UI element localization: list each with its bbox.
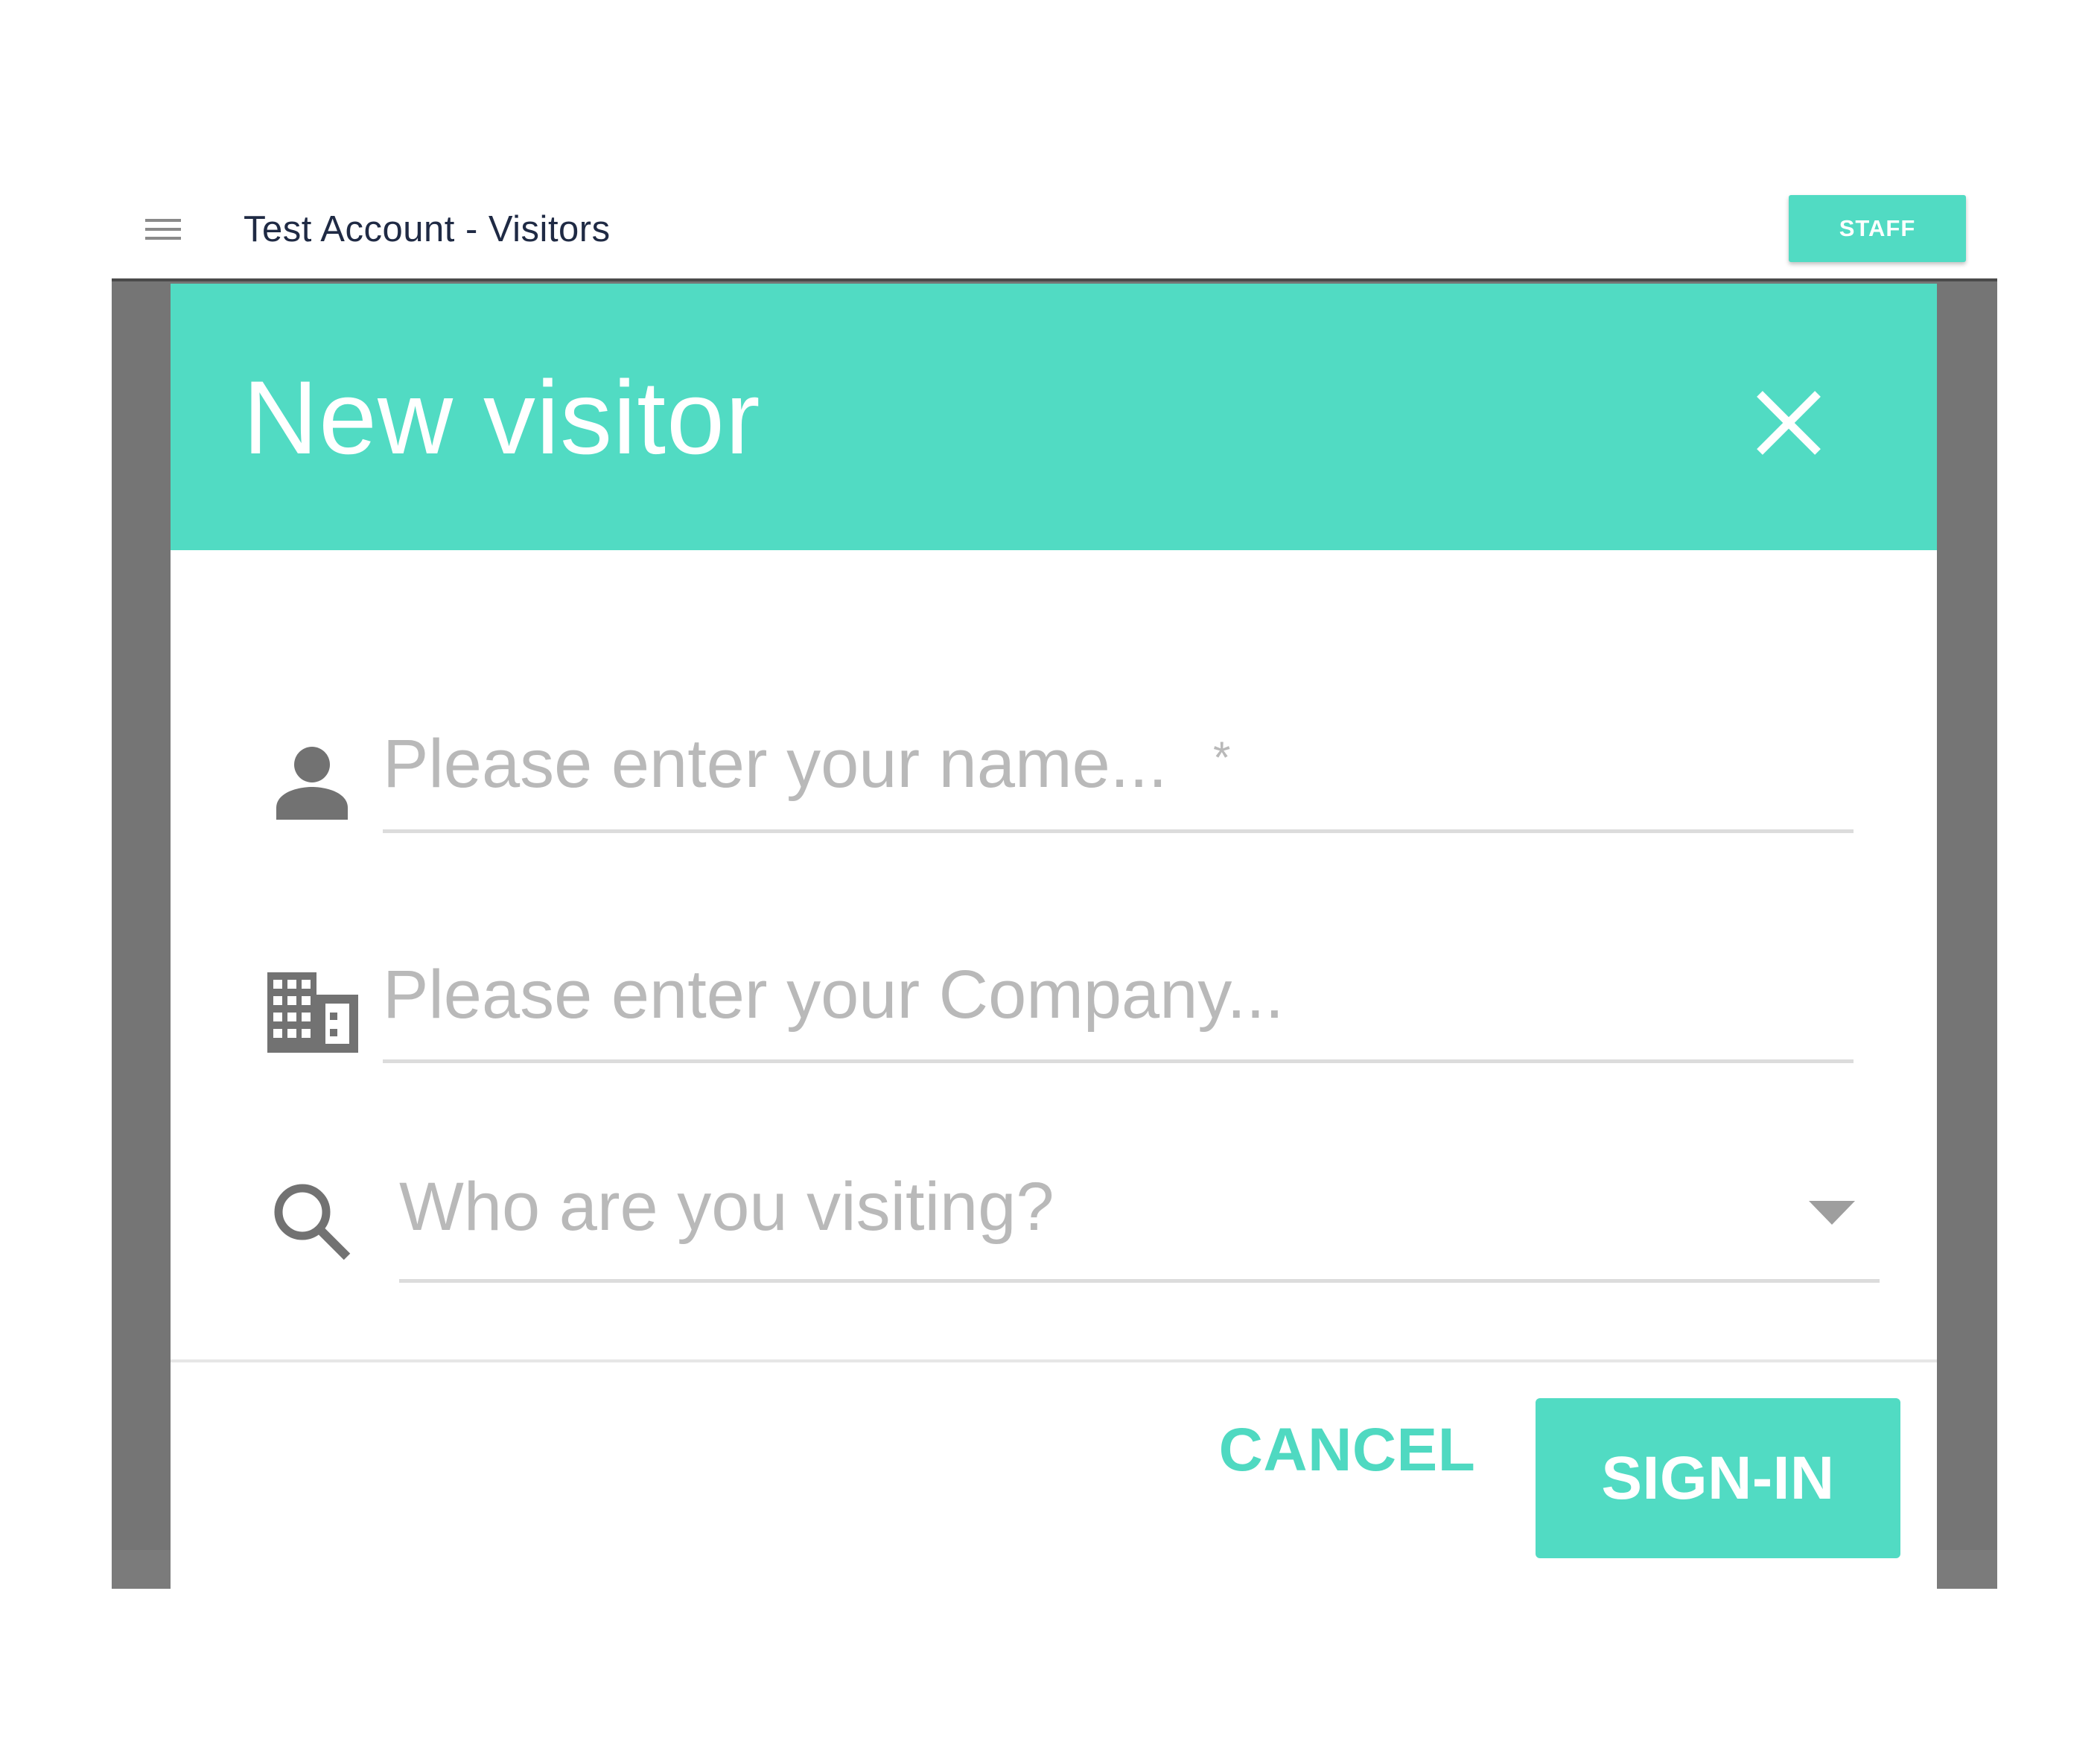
name-input[interactable] <box>383 719 1641 809</box>
new-visitor-dialog: New visitor * <box>171 284 1937 1589</box>
host-select[interactable]: Who are you visiting? <box>399 1166 1054 1248</box>
company-input[interactable] <box>383 950 1850 1039</box>
name-input-underline <box>383 829 1854 833</box>
sign-in-button[interactable]: SIGN-IN <box>1536 1398 1900 1558</box>
search-icon <box>274 1184 351 1260</box>
chevron-down-icon[interactable] <box>1809 1201 1855 1225</box>
cancel-button[interactable]: CANCEL <box>1213 1400 1481 1500</box>
app-title: Test Account - Visitors <box>244 209 611 249</box>
page: Test Account - Visitors STAFF New visito… <box>0 0 2100 1760</box>
required-marker: * <box>1213 733 1231 782</box>
dialog-actions-divider <box>171 1359 1937 1362</box>
hamburger-menu-icon[interactable] <box>145 217 181 241</box>
dialog-title: New visitor <box>243 359 761 476</box>
app-bar: Test Account - Visitors STAFF <box>112 179 1997 280</box>
building-icon <box>267 972 358 1053</box>
host-select-underline <box>399 1279 1880 1283</box>
person-icon <box>276 747 348 820</box>
company-input-underline <box>383 1059 1854 1063</box>
staff-button[interactable]: STAFF <box>1789 195 1966 262</box>
dialog-header: New visitor <box>171 284 1937 550</box>
close-icon[interactable] <box>1755 389 1822 456</box>
